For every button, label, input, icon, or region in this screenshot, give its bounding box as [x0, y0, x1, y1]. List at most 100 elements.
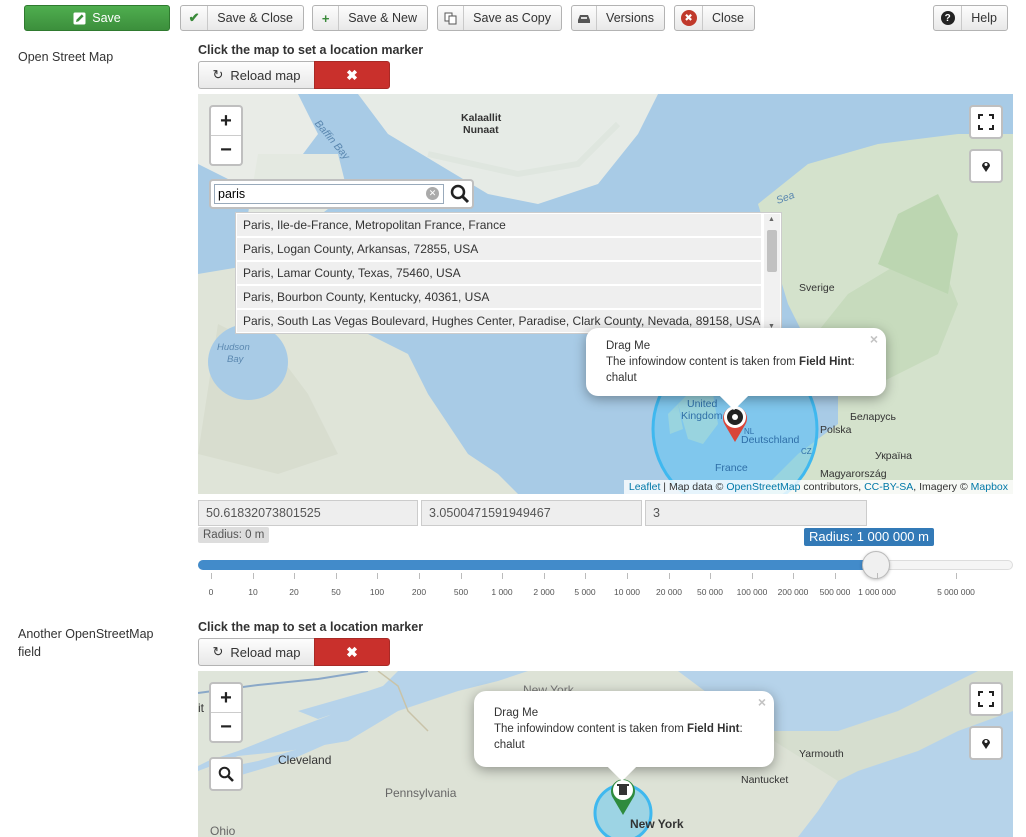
ccbysa-link[interactable]: CC-BY-SA [864, 481, 913, 493]
search-result-item[interactable]: Paris, Lamar County, Texas, 75460, USA [237, 262, 761, 285]
map-label: Kingdom [681, 410, 723, 422]
map-search-input[interactable] [214, 184, 444, 204]
field-label-osm: Open Street Map [18, 50, 114, 64]
zoom-out-button[interactable]: − [211, 135, 241, 164]
slider-tick-mark [585, 573, 586, 579]
map-instruction: Click the map to set a location marker [198, 43, 424, 57]
longitude-field[interactable]: 3.0500471591949467 [421, 500, 642, 526]
map-attribution: Leaflet | Map data © OpenStreetMap contr… [623, 480, 1013, 494]
versions-button[interactable]: Versions [571, 5, 665, 31]
fullscreen-button[interactable] [969, 105, 1003, 139]
slider-tick-mark [294, 573, 295, 579]
map-label: Nunaat [463, 124, 499, 136]
fullscreen-icon [978, 114, 994, 130]
map-label: Magyarország [820, 468, 887, 480]
map-marker-icon [982, 162, 990, 172]
slider-tick-label: 200 [411, 587, 427, 597]
slider-tick-mark [461, 573, 462, 579]
map-label: United [687, 398, 718, 410]
radius-label: Radius: 0 m [198, 527, 270, 543]
slider-tick-label: 10 [248, 587, 258, 597]
edit-icon [73, 6, 86, 30]
plus-icon: + [313, 6, 340, 30]
map-label: Polska [820, 424, 852, 436]
map-label: Deutschland [741, 434, 800, 446]
save-new-button[interactable]: + Save & New [312, 5, 428, 31]
search-toggle-button[interactable] [209, 757, 243, 791]
scroll-up-icon[interactable]: ▲ [768, 216, 775, 223]
slider-tick-mark [835, 573, 836, 579]
radius-value-badge: Radius: 1 000 000 m [804, 528, 934, 546]
clear-marker-button[interactable]: ✖ [314, 61, 390, 89]
clear-marker-button-2[interactable]: ✖ [314, 638, 390, 666]
locate-button-2[interactable] [969, 726, 1003, 760]
save-copy-button[interactable]: Save as Copy [437, 5, 562, 31]
search-result-item[interactable]: Paris, Ile-de-France, Metropolitan Franc… [237, 214, 761, 237]
refresh-icon: ↻ [212, 67, 224, 82]
scrollbar-thumb[interactable] [767, 230, 777, 272]
mapbox-link[interactable]: Mapbox [971, 481, 1008, 493]
close-popup-icon[interactable]: × [758, 694, 766, 710]
reload-map-button-2[interactable]: ↻ Reload map [198, 638, 314, 666]
times-icon: ✖ [346, 643, 358, 660]
latitude-field[interactable]: 50.61832073801525 [198, 500, 418, 526]
search-result-item[interactable]: Paris, Bourbon County, Kentucky, 40361, … [237, 286, 761, 309]
close-popup-icon[interactable]: × [870, 331, 878, 347]
slider-tick-label: 1 000 000 [858, 587, 896, 597]
question-icon: ? [940, 11, 955, 25]
results-scrollbar[interactable]: ▲ ▼ [764, 214, 780, 332]
map-label: France [715, 462, 748, 474]
popup-value: chalut [494, 739, 525, 751]
slider-tick-mark [544, 573, 545, 579]
fullscreen-button-2[interactable] [969, 682, 1003, 716]
map-instruction-2: Click the map to set a location marker [198, 620, 424, 634]
map-label: Kalaallit [461, 112, 502, 124]
search-results-list: Paris, Ile-de-France, Metropolitan Franc… [235, 212, 782, 334]
slider-tick-label: 5 000 000 [937, 587, 975, 597]
map-label: Cleveland [278, 753, 332, 767]
clear-search-icon[interactable]: ✕ [426, 187, 439, 200]
save-button[interactable]: Save [24, 5, 170, 31]
map-label: Bay [227, 354, 244, 365]
reload-map-button[interactable]: ↻ Reload map [198, 61, 314, 89]
zoom-out-button[interactable]: − [211, 712, 241, 741]
slider-tick-label: 20 [289, 587, 299, 597]
marker-infowindow-2: × Drag Me The infowindow content is take… [474, 691, 774, 782]
help-button[interactable]: ? Help [933, 5, 1008, 31]
map-label: Україна [875, 450, 913, 462]
search-result-item[interactable]: Paris, Logan County, Arkansas, 72855, US… [237, 238, 761, 261]
map-osm-2[interactable]: it Cleveland Pennsylvania Ohio New York … [198, 671, 1013, 837]
leaflet-link[interactable]: Leaflet [629, 481, 661, 493]
slider-handle[interactable] [862, 551, 890, 579]
slider-tick-label: 500 [453, 587, 469, 597]
osm-link[interactable]: OpenStreetMap [726, 481, 800, 493]
toolbar: Save ✔ Save & Close + Save & New Save as… [0, 0, 1026, 36]
copy-icon [438, 6, 465, 30]
map-osm[interactable]: Kalaallit Nunaat Baffin Bay Hudson Bay S… [198, 94, 1013, 494]
popup-title: Drag Me [606, 340, 651, 352]
slider-tick-label: 2 000 [533, 587, 555, 597]
slider-tick-label: 10 000 [614, 587, 640, 597]
slider-tick-label: 50 000 [697, 587, 723, 597]
slider-fill [198, 560, 876, 570]
archive-icon [572, 6, 598, 30]
check-icon: ✔ [181, 6, 209, 30]
map-label: New York [630, 817, 684, 831]
slider-tick-mark [336, 573, 337, 579]
map-marker-icon [982, 739, 990, 749]
times-icon: ✖ [346, 66, 358, 83]
zoom-in-button[interactable]: + [211, 684, 241, 712]
zoom-field[interactable]: 3 [645, 500, 867, 526]
locate-button[interactable] [969, 149, 1003, 183]
save-close-button[interactable]: ✔ Save & Close [180, 5, 304, 31]
popup-hint: The infowindow content is taken from Fie… [494, 723, 743, 735]
search-icon[interactable] [450, 184, 470, 207]
map-label: Pennsylvania [385, 786, 457, 800]
search-icon [218, 766, 234, 782]
zoom-in-button[interactable]: + [211, 107, 241, 135]
close-button[interactable]: ✖ Close [674, 5, 755, 31]
marker-infowindow: × Drag Me The infowindow content is take… [586, 328, 886, 411]
slider-tick-mark [627, 573, 628, 579]
close-circle-icon: ✖ [680, 10, 697, 26]
radius-slider[interactable] [198, 551, 1013, 579]
